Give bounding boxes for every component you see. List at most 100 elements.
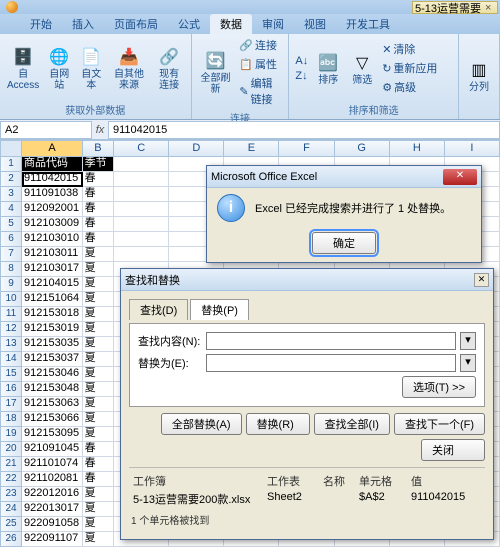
cell[interactable] bbox=[114, 247, 169, 262]
replace-input[interactable] bbox=[206, 354, 456, 372]
cell[interactable]: 912153035 bbox=[22, 337, 83, 352]
text-to-columns-button[interactable]: ▥分列 bbox=[463, 56, 495, 95]
cell[interactable]: 春 bbox=[83, 172, 114, 187]
cell[interactable]: 911091038 bbox=[22, 187, 83, 202]
cell[interactable]: 夏 bbox=[83, 502, 114, 517]
cell[interactable]: 夏 bbox=[83, 397, 114, 412]
sort-asc-button[interactable]: A↓ bbox=[293, 54, 310, 68]
cell[interactable]: 922091107 bbox=[22, 532, 83, 547]
cell[interactable]: 912153063 bbox=[22, 397, 83, 412]
result-cell[interactable]: $A$2 bbox=[355, 490, 407, 508]
row-header[interactable]: 22 bbox=[0, 472, 22, 487]
cell[interactable]: 春 bbox=[83, 457, 114, 472]
result-cell[interactable] bbox=[319, 490, 355, 508]
col-header-F[interactable]: F bbox=[279, 140, 334, 157]
cell[interactable]: 912151064 bbox=[22, 292, 83, 307]
col-header-A[interactable]: A bbox=[22, 140, 83, 157]
cell[interactable]: 922012016 bbox=[22, 487, 83, 502]
row-header[interactable]: 26 bbox=[0, 532, 22, 547]
ribbon-tab-4[interactable]: 数据 bbox=[210, 14, 252, 34]
office-orb-icon[interactable] bbox=[6, 1, 18, 13]
fr-button-0[interactable]: 全部替换(A) bbox=[161, 413, 242, 435]
workbook-filename-tab[interactable]: 5-13运营需要 × bbox=[412, 1, 498, 14]
ribbon-tab-7[interactable]: 开发工具 bbox=[336, 14, 400, 34]
close-workbook-icon[interactable]: × bbox=[485, 2, 495, 14]
cell[interactable]: 夏 bbox=[83, 292, 114, 307]
col-header-B[interactable]: B bbox=[83, 140, 114, 157]
result-col-header[interactable]: 单元格 bbox=[355, 472, 407, 490]
result-cell[interactable]: Sheet2 bbox=[263, 490, 319, 508]
row-header[interactable]: 2 bbox=[0, 172, 22, 187]
row-header[interactable]: 21 bbox=[0, 457, 22, 472]
row-header[interactable]: 9 bbox=[0, 277, 22, 292]
edit-links-item[interactable]: ✎编辑链接 bbox=[237, 74, 284, 108]
cell[interactable]: 夏 bbox=[83, 307, 114, 322]
col-header-G[interactable]: G bbox=[335, 140, 390, 157]
name-box[interactable]: A2 bbox=[0, 121, 92, 139]
cell[interactable]: 912092001 bbox=[22, 202, 83, 217]
from-text-button[interactable]: 📄自文本 bbox=[76, 43, 106, 93]
fr-button-3[interactable]: 查找下一个(F) bbox=[394, 413, 485, 435]
cell[interactable]: 912153019 bbox=[22, 322, 83, 337]
connections-item[interactable]: 🔗连接 bbox=[237, 36, 284, 54]
cell[interactable]: 夏 bbox=[83, 412, 114, 427]
cell[interactable]: 912153018 bbox=[22, 307, 83, 322]
cell[interactable]: 912103010 bbox=[22, 232, 83, 247]
close-button[interactable]: ✕ bbox=[474, 273, 489, 287]
row-header[interactable]: 20 bbox=[0, 442, 22, 457]
row-header[interactable]: 5 bbox=[0, 217, 22, 232]
ribbon-tab-6[interactable]: 视图 bbox=[294, 14, 336, 34]
col-header-E[interactable]: E bbox=[224, 140, 279, 157]
cell[interactable]: 912153046 bbox=[22, 367, 83, 382]
cell[interactable]: 夏 bbox=[83, 322, 114, 337]
ribbon-tab-5[interactable]: 审阅 bbox=[252, 14, 294, 34]
row-header[interactable]: 13 bbox=[0, 337, 22, 352]
from-access-button[interactable]: 🗄️自 Access bbox=[4, 43, 42, 93]
row-header[interactable]: 19 bbox=[0, 427, 22, 442]
replace-dropdown[interactable]: ▾ bbox=[460, 354, 476, 372]
cell[interactable]: 921091045 bbox=[22, 442, 83, 457]
filter-button[interactable]: ▽筛选 bbox=[346, 49, 378, 88]
row-header[interactable]: 12 bbox=[0, 322, 22, 337]
row-header[interactable]: 14 bbox=[0, 352, 22, 367]
from-web-button[interactable]: 🌐自网站 bbox=[44, 43, 74, 93]
formula-input[interactable]: 911042015 bbox=[108, 121, 500, 139]
cell[interactable]: 夏 bbox=[83, 352, 114, 367]
ribbon-tab-0[interactable]: 开始 bbox=[20, 14, 62, 34]
cell[interactable]: 912153037 bbox=[22, 352, 83, 367]
cell[interactable]: 夏 bbox=[83, 517, 114, 532]
cell[interactable]: 春 bbox=[83, 442, 114, 457]
cell[interactable]: 912103009 bbox=[22, 217, 83, 232]
from-other-button[interactable]: 📥自其他来源 bbox=[108, 43, 150, 93]
cell[interactable]: 夏 bbox=[83, 262, 114, 277]
fx-icon[interactable]: fx bbox=[92, 124, 108, 136]
find-dropdown[interactable]: ▾ bbox=[460, 332, 476, 350]
cell[interactable]: 921101074 bbox=[22, 457, 83, 472]
cell[interactable]: 夏 bbox=[83, 487, 114, 502]
options-button[interactable]: 选项(T) >> bbox=[402, 376, 476, 398]
cell[interactable]: 911042015 bbox=[22, 172, 83, 187]
row-header[interactable]: 6 bbox=[0, 232, 22, 247]
find-input[interactable] bbox=[206, 332, 456, 350]
cell[interactable] bbox=[114, 187, 169, 202]
fr-button-1[interactable]: 替换(R) bbox=[246, 413, 310, 435]
ribbon-tab-1[interactable]: 插入 bbox=[62, 14, 104, 34]
ok-button[interactable]: 确定 bbox=[312, 232, 376, 254]
select-all-corner[interactable] bbox=[0, 140, 22, 157]
row-header[interactable]: 10 bbox=[0, 292, 22, 307]
cell[interactable]: 912153066 bbox=[22, 412, 83, 427]
cell[interactable]: 夏 bbox=[83, 382, 114, 397]
result-col-header[interactable]: 工作簿 bbox=[129, 472, 263, 490]
cell[interactable]: 春 bbox=[83, 217, 114, 232]
ribbon-tab-2[interactable]: 页面布局 bbox=[104, 14, 168, 34]
cell[interactable]: 922091058 bbox=[22, 517, 83, 532]
row-header[interactable]: 3 bbox=[0, 187, 22, 202]
row-header[interactable]: 1 bbox=[0, 157, 22, 172]
tab-replace[interactable]: 替换(P) bbox=[190, 299, 249, 320]
result-cell[interactable]: 911042015 bbox=[407, 490, 473, 508]
advanced-filter-item[interactable]: ⚙高级 bbox=[380, 78, 439, 96]
cell[interactable]: 912103011 bbox=[22, 247, 83, 262]
cell[interactable]: 季节 bbox=[83, 157, 114, 172]
cell[interactable] bbox=[114, 157, 169, 172]
cell[interactable]: 912104015 bbox=[22, 277, 83, 292]
